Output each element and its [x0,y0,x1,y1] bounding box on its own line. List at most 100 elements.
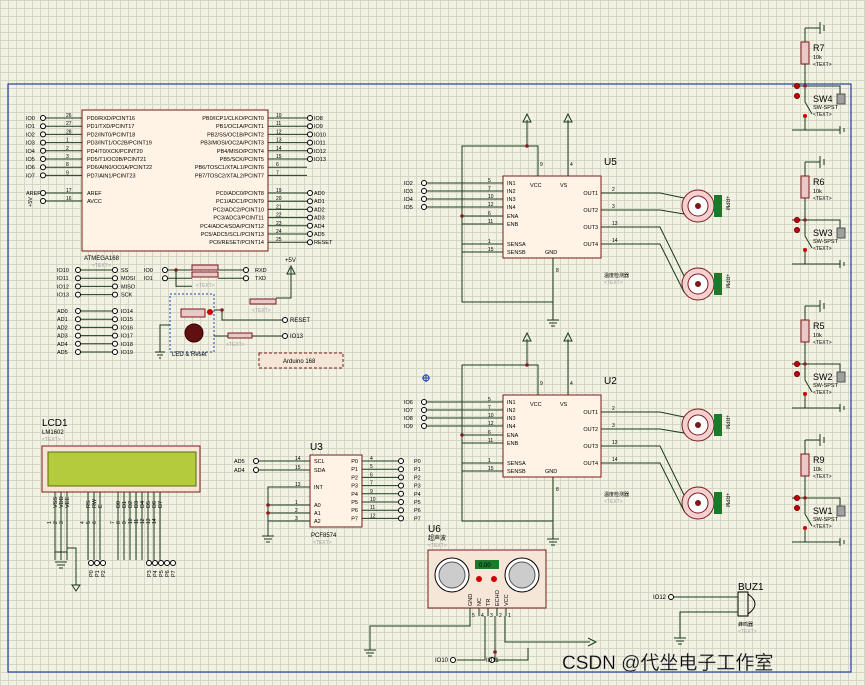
u5-pin-num: 11 [488,219,493,225]
analog-to-net: IO19 [121,350,133,356]
u2-out-pin-name: OUT2 [583,427,598,433]
switch-ref: SW3 [813,228,833,238]
arduino-left-pin-num: 26 [66,113,72,119]
arduino-right-pin-num: 19 [276,188,282,194]
buzzer-block: BUZ1 蜂鸣器 <TEXT> IO12 [653,582,764,645]
spi-to-net: MISO [121,284,136,290]
plus5v-label: +5V [285,258,296,264]
arduino-block: IO0 26 PD0/RXD/PCINT16IO1 27 PD1/TXD/PCINT17… [26,109,344,369]
u5-input-net: IO5 [404,205,413,211]
u2-pin-num: 5 [488,397,491,403]
u5-driver: U5 温度检测器 <TEXT> IO2 IO3 IO4 IO5 5 IN1 7 IN2 10 IN… [404,112,730,327]
arduino-right-net: IO13 [314,157,326,163]
u6-pin-name: GND [468,594,474,606]
pullup-resistor-r6 [800,175,810,199]
uart-from-net: IO1 [144,276,153,282]
arduino-right-pin-num: 15 [276,154,282,160]
u6-pin-num: 2 [499,613,502,619]
reset-led [184,323,204,343]
arduino-right-net: AD3 [314,216,325,222]
u6-net-io10: IO10 [435,658,449,664]
u5-out-pin-num: 14 [612,238,618,244]
u2-out-pin-num: 14 [612,457,618,463]
u3-left-net: AD4 [234,468,245,474]
resistor-value: 10k [813,55,822,61]
arduino-left-pin-name: PD4/T0/XCK/PCINT20 [87,149,143,155]
u2-out-pin-name: OUT3 [583,444,598,450]
atmega168-part-label: ATMEGA168 [84,256,120,262]
u3-right-pin-num: 4 [370,456,373,462]
switch-type: SW-SPST [813,383,839,389]
u3-left-pin-name: SDA [314,468,326,474]
u3-right-pin-num: 7 [370,481,373,487]
u3-right-pin-num: 5 [370,464,373,470]
u2-pin-num: 15 [488,466,494,472]
u2-pin-name: IN3 [507,416,516,422]
arduino-right-pin-num: 20 [276,196,282,202]
u6-pin-name: VCC [504,594,510,606]
u5-pin-num: 1 [488,239,491,245]
u3-right-pin-name: P7 [351,516,358,522]
arduino-right-pin-name: PB4/MISO/PCINT4 [217,149,264,155]
switch-ref: SW2 [813,372,833,382]
lcd-pin-name: VEE [65,497,71,508]
u5-input-net: IO3 [404,189,413,195]
lcd-pin-name: E [98,504,104,508]
u5-top-pin-num: 9 [540,162,543,168]
u3-left-pin-num: 13 [295,482,301,488]
u3-right-net: P1 [414,467,421,473]
u3-left-pin-name: A0 [314,503,321,509]
arduino-right-pin-num: 10 [276,113,282,119]
arduino-left-pin-num: 9 [66,170,69,176]
u6-block: U6 超声波 <TEXT> 0.00 GND 5 NC 4 TR 3 ECHO 2 VCC 1 I… [364,524,598,664]
switch-ref: SW1 [813,506,833,516]
u3-left-net: AD5 [234,459,245,465]
arduino-right-pin-name: PC4/ADC4/SDA/PCINT12 [200,224,264,230]
u6-text-tag: <TEXT> [428,543,447,549]
led-reset-box [169,293,215,353]
u3-right-net: P2 [414,475,421,481]
atmega168-text-tag: <TEXT> [92,263,111,269]
resistor-text-tag: <TEXT> [813,474,832,480]
u3-right-pin-name: P5 [351,500,358,506]
lcd-block: LCD1 LM1602 <TEXT> VSS1VDD2VEE3RS4RW5E6D… [41,418,201,592]
arduino-left-net: IO1 [26,124,35,130]
resistor-text-tag: <TEXT> [813,62,832,68]
u2-pin-name: IN1 [507,400,516,406]
reset-indicator-dot [207,309,213,315]
u2-title: 温度检测器 [604,491,629,498]
u5-pin-name: IN1 [507,181,516,187]
u6-pin-name: ECHO [495,589,501,606]
lcd-pin-num: 3 [59,521,65,524]
switch-text-tag: <TEXT> [813,246,832,252]
spi-from-net: IO13 [57,293,69,299]
u5-out-pin-name: OUT1 [583,191,598,197]
u6-ref: U6 [428,524,441,535]
u3-right-pin-name: P0 [351,459,358,465]
u2-top-pin-num: 9 [540,381,543,387]
u2-pin-num: 12 [488,421,494,427]
uart-to-net: RXD [255,268,267,274]
buzzer-text-tag: <TEXT> [738,629,757,635]
arduino-right-pin-num: 7 [276,170,279,176]
arduino-right-pin-num: 13 [276,138,282,144]
u2-pin-name: ENA [507,433,519,439]
pullup-text-tag: <TEXT> [252,308,271,314]
switch-type: SW-SPST [813,517,839,523]
u3-right-pin-num: 10 [370,497,376,503]
u6-pin-num: 4 [481,613,484,619]
u5-gnd-name: GND [545,250,557,256]
u6-pin-name: NC [477,598,483,606]
arduino-right-pin-num: 25 [276,237,282,243]
lcd-pin-name: D7 [158,501,164,508]
pullup-resistor-r7 [800,41,810,65]
spi-from-net: IO10 [57,268,69,274]
lcd-screen [47,451,197,487]
analog-from-net: AD0 [57,309,68,315]
arduino-left-pin-name: AVCC [87,199,102,205]
arduino-right-pin-name: PC5/ADC5/SCL/PCINT13 [201,232,264,238]
arduino-right-pin-num: 12 [276,129,282,135]
u3-right-pin-name: P1 [351,467,358,473]
arduino-right-net: AD1 [314,199,325,205]
arduino-left-net: IO2 [26,132,35,138]
